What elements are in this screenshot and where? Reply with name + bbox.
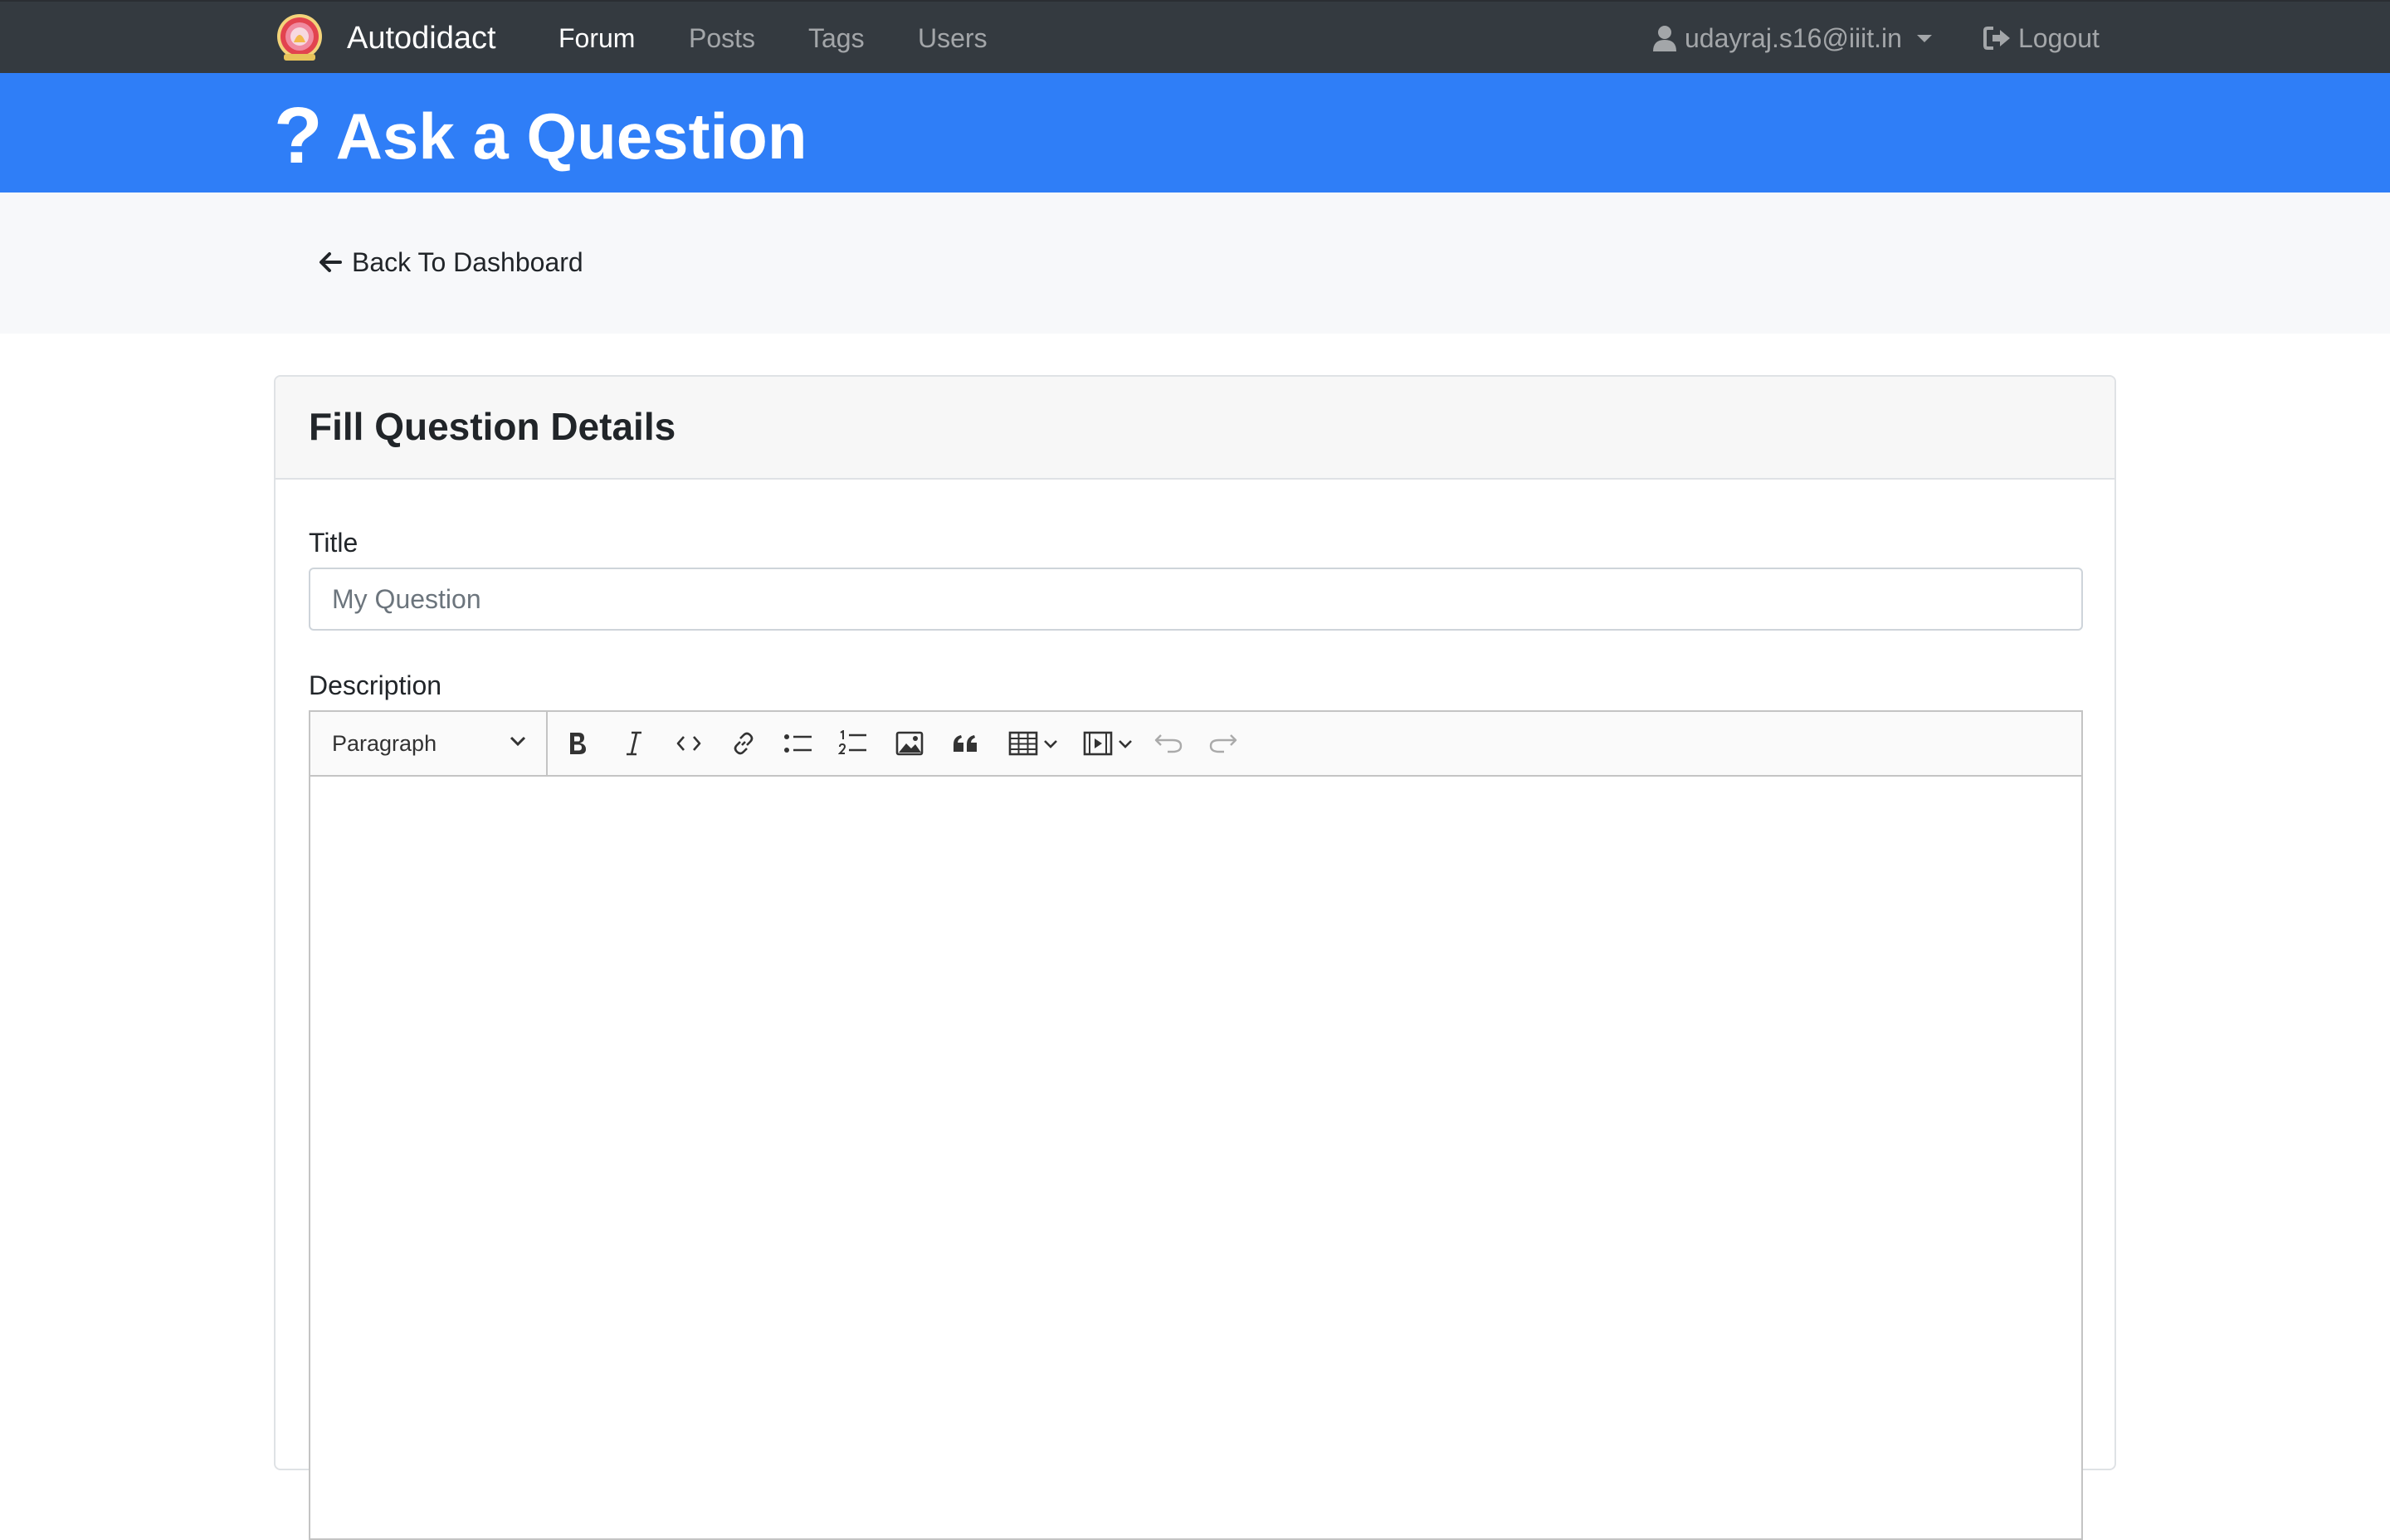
chevron-down-icon — [1044, 740, 1057, 748]
action-bar: Back To Dashboard — [0, 192, 2390, 334]
media-icon — [1083, 731, 1113, 756]
chevron-down-icon — [510, 736, 526, 747]
user-icon — [1653, 26, 1676, 51]
brand-link[interactable]: Autodidact — [274, 14, 496, 61]
top-navbar: Autodidact Forum Posts Tags Users udayra… — [0, 0, 2390, 73]
page-title: Ask a Question — [335, 100, 807, 173]
rich-text-editor: Paragraph — [309, 710, 2083, 1540]
nav-link-forum[interactable]: Forum — [558, 22, 635, 55]
bulleted-list-button[interactable] — [780, 725, 817, 762]
link-icon — [734, 732, 754, 755]
description-editor-area[interactable] — [310, 777, 2081, 1538]
heading-dropdown[interactable]: Paragraph — [310, 712, 548, 775]
undo-icon — [1154, 734, 1183, 753]
title-label: Title — [309, 528, 358, 558]
question-form-card: Fill Question Details Title Description … — [274, 375, 2116, 1540]
title-input[interactable] — [309, 568, 2083, 631]
chevron-down-icon — [1119, 740, 1132, 748]
insert-media-dropdown[interactable] — [1079, 725, 1137, 762]
user-email: udayraj.s16@iiit.in — [1685, 23, 1902, 53]
bulleted-list-icon — [784, 734, 812, 753]
redo-icon — [1209, 734, 1237, 753]
nav-link-tags[interactable]: Tags — [808, 22, 865, 55]
back-to-dashboard-link[interactable]: Back To Dashboard — [319, 246, 583, 279]
back-link-label: Back To Dashboard — [352, 247, 583, 277]
code-button[interactable] — [671, 725, 707, 762]
italic-button[interactable] — [616, 725, 652, 762]
sign-out-icon — [1983, 27, 2010, 50]
editor-toolbar: Paragraph — [310, 712, 2081, 777]
italic-icon — [627, 731, 641, 756]
card-title: Fill Question Details — [309, 405, 676, 448]
description-label: Description — [309, 670, 442, 700]
nav-link-posts[interactable]: Posts — [689, 22, 755, 55]
table-icon — [1008, 731, 1038, 756]
brand-logo-icon — [277, 14, 322, 61]
page-header: ? Ask a Question — [274, 90, 807, 183]
card-header: Fill Question Details — [276, 377, 2114, 480]
nav-link-users[interactable]: Users — [918, 22, 988, 55]
bold-icon — [570, 733, 586, 754]
arrow-left-icon — [319, 252, 342, 272]
undo-button[interactable] — [1150, 725, 1187, 762]
user-menu-dropdown[interactable]: udayraj.s16@iiit.in — [1653, 22, 1932, 55]
quote-icon — [954, 735, 977, 752]
image-icon — [895, 731, 924, 756]
insert-table-dropdown[interactable] — [1004, 725, 1062, 762]
code-icon — [676, 736, 701, 751]
block-quote-button[interactable] — [948, 725, 984, 762]
caret-down-icon — [1916, 34, 1932, 42]
bold-button[interactable] — [559, 725, 596, 762]
image-button[interactable] — [891, 725, 928, 762]
page-header-banner: ? Ask a Question — [0, 73, 2390, 192]
logout-label: Logout — [2018, 23, 2100, 53]
redo-button[interactable] — [1205, 725, 1241, 762]
brand-name: Autodidact — [347, 20, 496, 56]
numbered-list-button[interactable] — [835, 725, 871, 762]
link-button[interactable] — [725, 725, 762, 762]
question-icon: ? — [274, 91, 323, 180]
heading-dropdown-label: Paragraph — [332, 730, 437, 756]
numbered-list-icon — [838, 730, 866, 754]
logout-link[interactable]: Logout — [1983, 22, 2100, 55]
